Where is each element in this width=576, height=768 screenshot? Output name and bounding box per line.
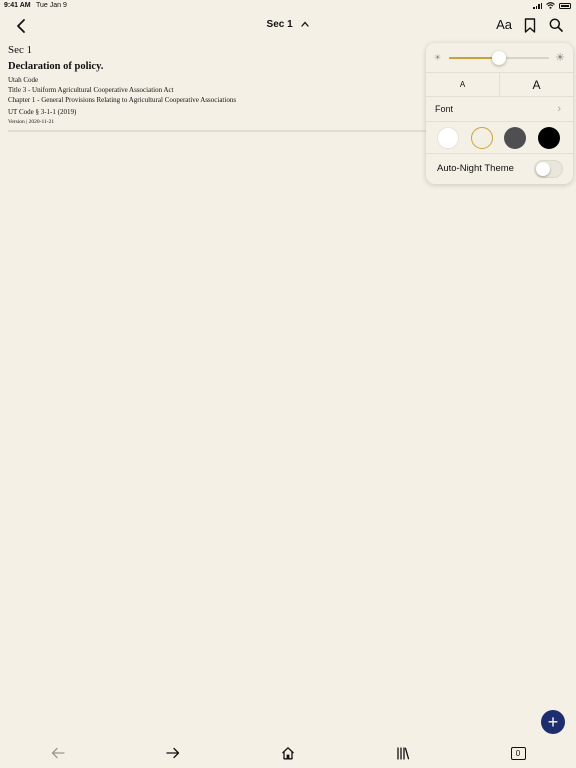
- brightness-slider[interactable]: [449, 51, 549, 65]
- brightness-low-icon: ☀: [434, 53, 442, 62]
- bottom-toolbar: 0: [0, 740, 576, 768]
- chevron-right-icon: ›: [557, 103, 561, 115]
- status-bar: 9:41 AM Tue Jan 9: [0, 0, 576, 12]
- battery-icon: [559, 2, 571, 9]
- add-button[interactable]: +: [541, 710, 565, 734]
- next-button[interactable]: [164, 744, 182, 762]
- brightness-high-icon: ☀: [555, 52, 565, 64]
- increase-font-size-button[interactable]: A: [500, 73, 573, 96]
- bookmark-button[interactable]: [522, 17, 538, 33]
- tabs-button[interactable]: 0: [509, 744, 527, 762]
- text-settings-popover: ☀ ☀ A A Font › Auto-Night Theme: [426, 43, 573, 184]
- font-size-row: A A: [426, 73, 573, 97]
- auto-night-label: Auto-Night Theme: [437, 163, 514, 174]
- search-icon: [549, 18, 563, 32]
- bookmark-icon: [524, 17, 536, 33]
- auto-night-row: Auto-Night Theme: [426, 154, 573, 184]
- cellular-signal-icon: [533, 2, 542, 9]
- theme-sepia-swatch[interactable]: [471, 127, 493, 149]
- search-button[interactable]: [548, 17, 564, 33]
- decrease-font-size-button[interactable]: A: [426, 73, 500, 96]
- status-time: 9:41 AM: [4, 2, 31, 9]
- brightness-row: ☀ ☀: [426, 43, 573, 73]
- text-settings-button[interactable]: Aa: [496, 17, 512, 33]
- auto-night-toggle[interactable]: [534, 160, 563, 178]
- nav-actions: Aa: [496, 17, 564, 33]
- status-date: Tue Jan 9: [36, 2, 67, 9]
- tab-count-badge: 0: [510, 746, 526, 760]
- top-navigation-bar: Sec 1 Aa: [0, 12, 576, 40]
- arrow-left-icon: [51, 747, 65, 759]
- toggle-knob: [536, 162, 550, 176]
- section-title: Sec 1: [266, 19, 293, 30]
- theme-gray-swatch[interactable]: [504, 127, 526, 149]
- brightness-slider-thumb[interactable]: [492, 51, 506, 65]
- chevron-up-icon: [301, 21, 310, 27]
- library-button[interactable]: [394, 744, 412, 762]
- library-icon: [397, 747, 410, 760]
- wifi-icon: [546, 2, 555, 9]
- font-label: Font: [435, 104, 454, 114]
- theme-row: [426, 122, 573, 154]
- font-picker-row[interactable]: Font ›: [426, 97, 573, 122]
- theme-night-swatch[interactable]: [538, 127, 560, 149]
- arrow-right-icon: [166, 747, 180, 759]
- reader-screen: 9:41 AM Tue Jan 9 Sec 1 Aa Sec 1 Declara…: [0, 0, 576, 768]
- section-title-dropdown[interactable]: Sec 1: [0, 19, 576, 30]
- previous-button[interactable]: [49, 744, 67, 762]
- home-icon: [282, 747, 294, 760]
- home-button[interactable]: [279, 744, 297, 762]
- theme-white-swatch[interactable]: [437, 127, 459, 149]
- status-icons: [533, 2, 571, 9]
